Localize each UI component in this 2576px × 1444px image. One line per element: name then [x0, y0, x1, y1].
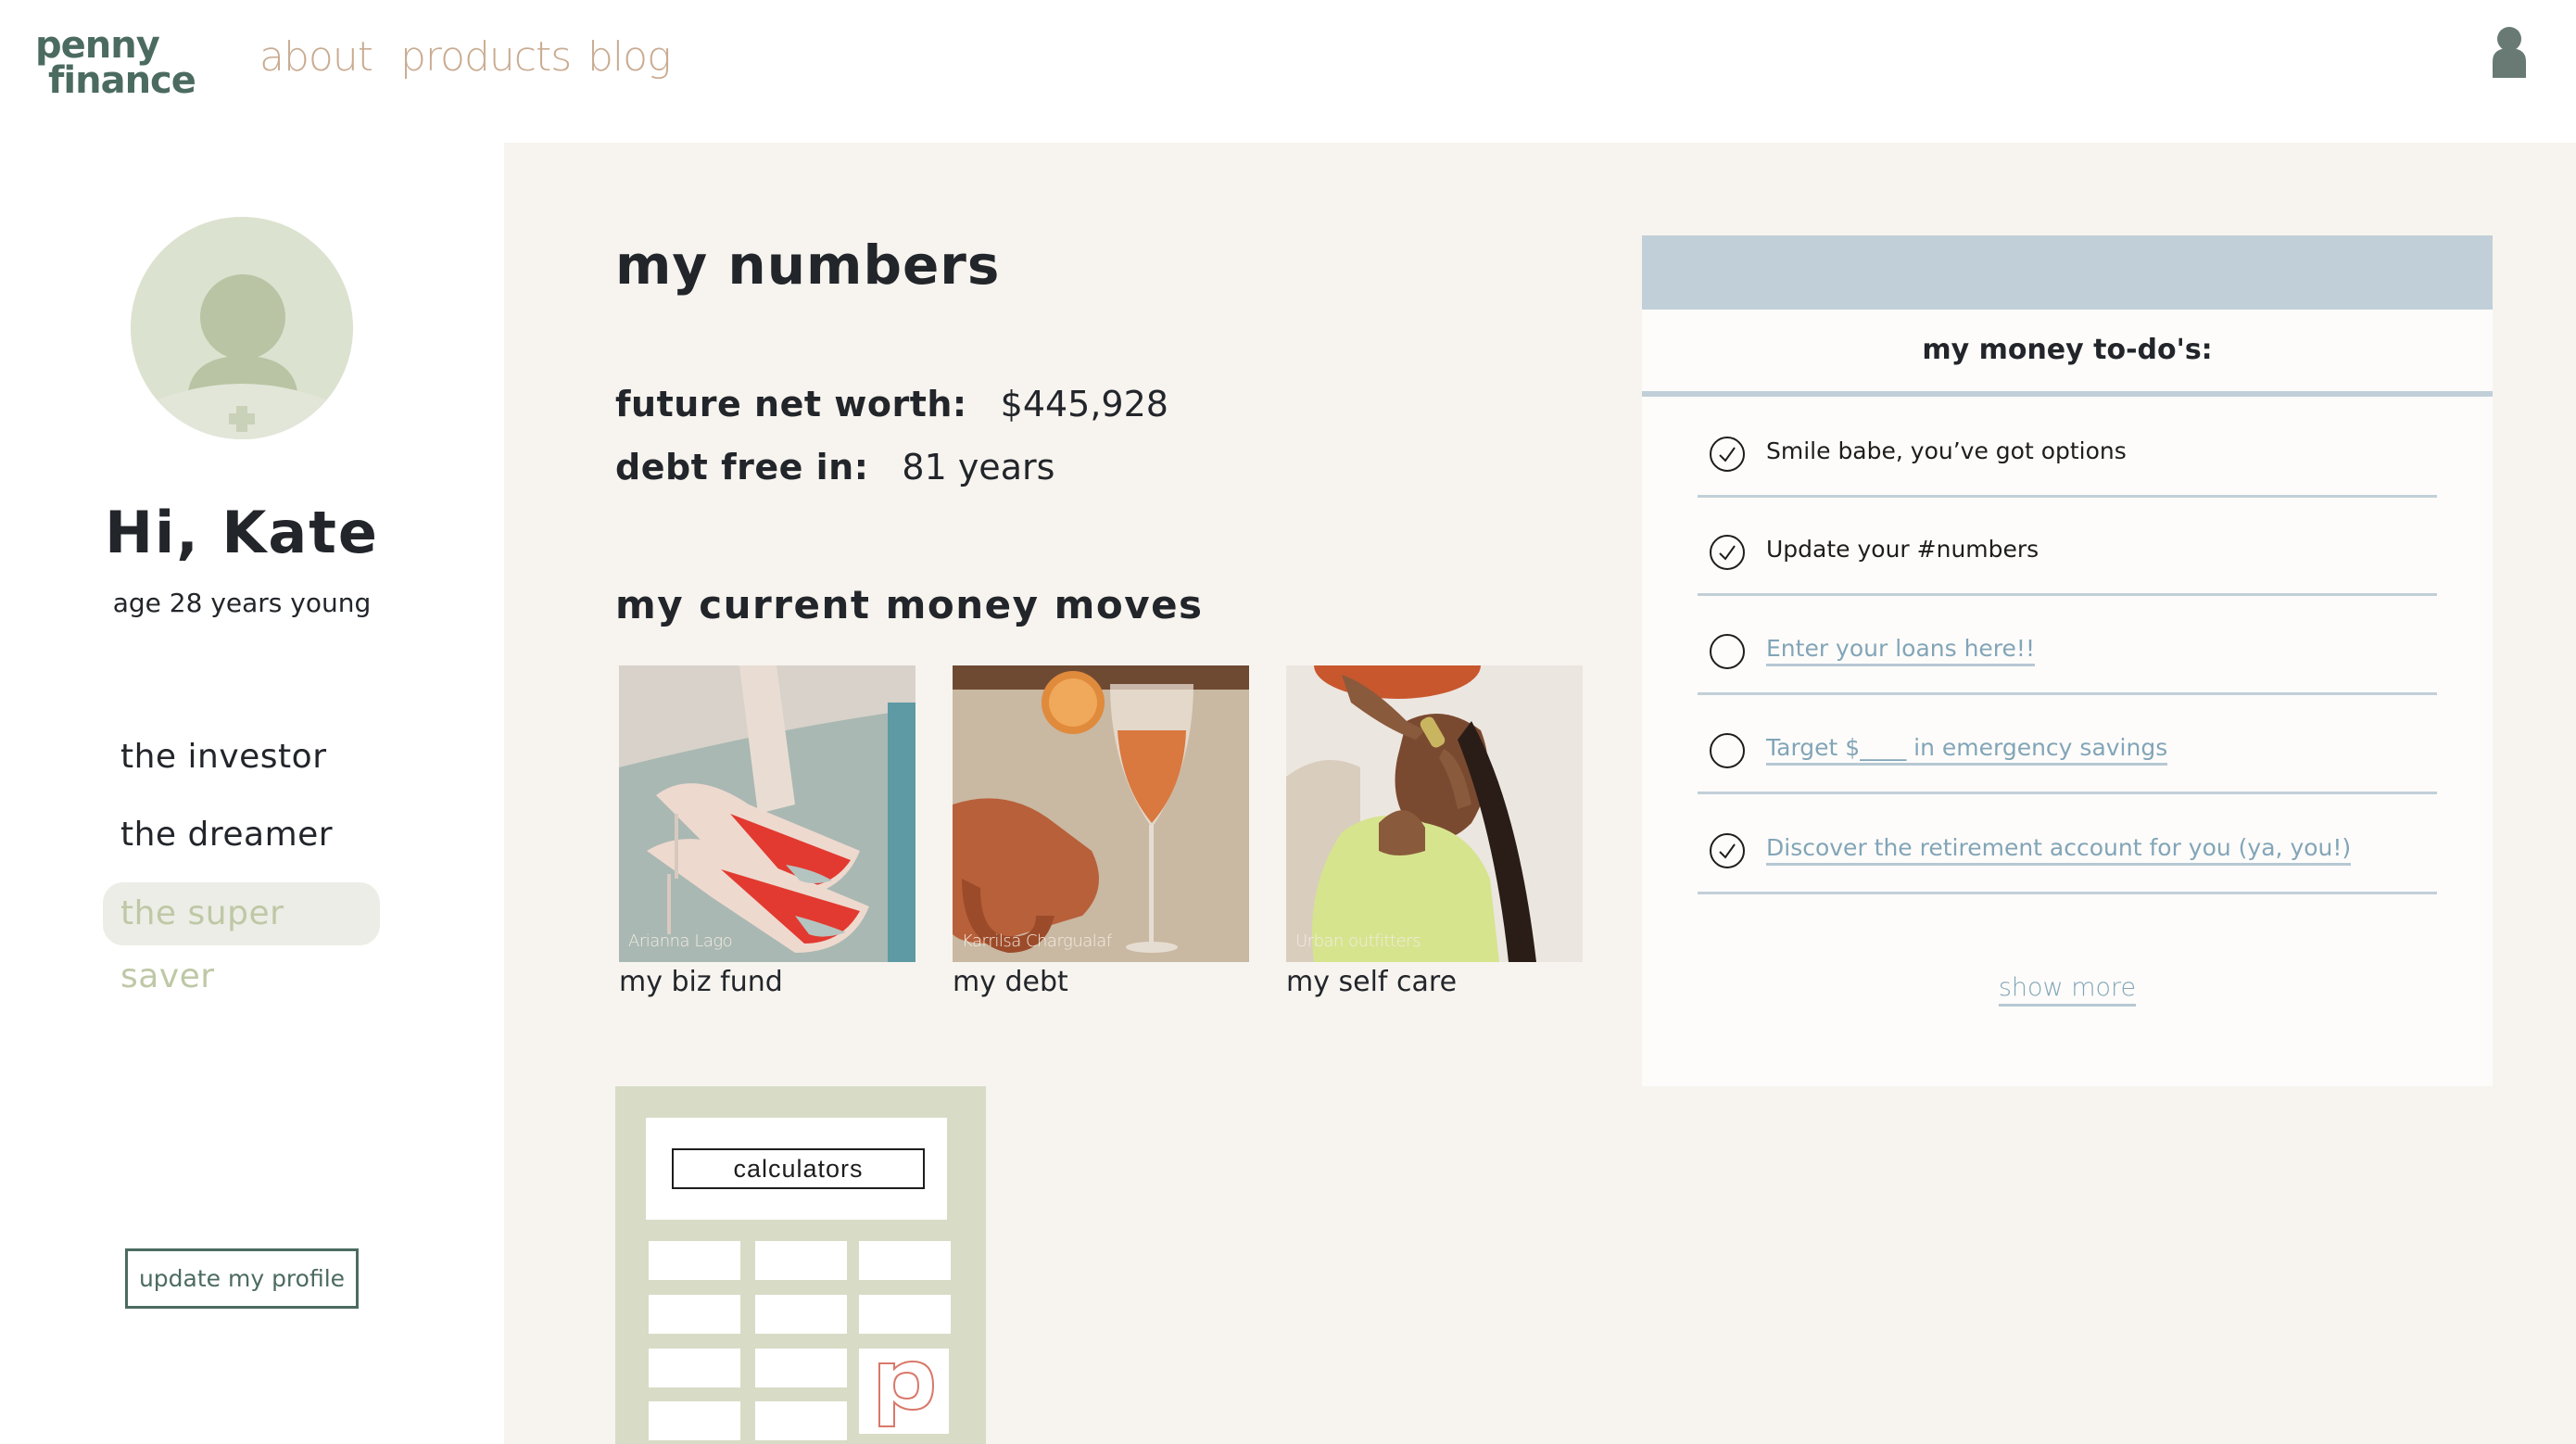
money-move-caption: my self care [1286, 966, 1458, 998]
logo-line-2: finance [48, 59, 196, 102]
stat-future-net-worth: future net worth: $445,928 [615, 384, 1168, 424]
calculator-key [649, 1295, 740, 1334]
top-header: penny finance about products blog [0, 0, 2576, 143]
checked-circle-icon[interactable] [1709, 534, 1746, 571]
calculator-key [649, 1349, 740, 1387]
money-moves-heading: my current money moves [615, 582, 1204, 627]
add-photo-avatar-icon [131, 217, 353, 439]
my-numbers-heading: my numbers [615, 234, 1001, 297]
nav-about[interactable]: about [259, 33, 373, 81]
persona-the-super-saver[interactable]: the super saver [103, 882, 380, 995]
calculator-key [755, 1349, 847, 1387]
calculator-key [755, 1295, 847, 1334]
stat-label: debt free in: [615, 447, 869, 488]
calculators-button[interactable]: calculators [672, 1148, 925, 1189]
todo-text: Update your #numbers [1766, 536, 2039, 563]
user-icon[interactable] [2491, 26, 2528, 78]
empty-circle-icon[interactable] [1709, 732, 1746, 769]
money-move-caption: my debt [953, 966, 1068, 998]
persona-the-investor[interactable]: the investor [120, 738, 327, 776]
todo-text: Smile babe, you’ve got options [1766, 437, 2127, 464]
photo-credit: Karrilsa Chargualaf [962, 931, 1112, 951]
stat-debt-free-in: debt free in: 81 years [615, 447, 1054, 488]
age-text: age 28 years young [112, 588, 372, 618]
todo-header-bar [1642, 235, 2493, 310]
empty-circle-icon[interactable] [1709, 633, 1746, 670]
calculator-key [649, 1401, 740, 1440]
face-roller-self-care-photo: Urban outfitters [1286, 665, 1583, 962]
todo-item[interactable]: Discover the retirement account for you … [1698, 795, 2437, 894]
cocktail-and-handbag-photo: Karrilsa Chargualaf [953, 665, 1249, 962]
todo-link-retirement-account[interactable]: Discover the retirement account for you … [1766, 834, 2352, 866]
avatar[interactable] [131, 217, 353, 439]
calculator-screen: calculators [646, 1118, 947, 1220]
money-move-card-self-care[interactable]: Urban outfitters my self care [1286, 665, 1583, 998]
stat-value: $445,928 [1000, 384, 1168, 424]
show-more-link[interactable]: show more [1998, 973, 2137, 1007]
todo-title: my money to-do's: [1922, 334, 2213, 366]
stat-value: 81 years [902, 447, 1055, 488]
checked-circle-icon[interactable] [1709, 832, 1746, 869]
todo-divider [1642, 391, 2493, 397]
photo-credit: Urban outfitters [1295, 931, 1421, 951]
todo-item[interactable]: Smile babe, you’ve got options [1698, 399, 2437, 498]
todo-item[interactable]: Update your #numbers [1698, 497, 2437, 596]
penny-finance-logo[interactable]: penny finance [35, 24, 196, 102]
money-move-caption: my biz fund [619, 966, 783, 998]
greeting-heading: Hi, Kate [105, 499, 379, 566]
calculators-widget[interactable]: calculators [615, 1086, 986, 1444]
penny-p-logo-icon [878, 1360, 935, 1427]
calculator-key [859, 1241, 951, 1280]
calculator-key [859, 1349, 949, 1434]
calculator-key [859, 1295, 951, 1334]
todo-item[interactable]: Target $____ in emergency savings [1698, 695, 2437, 794]
todo-item[interactable]: Enter your loans here!! [1698, 596, 2437, 695]
calculator-key [755, 1241, 847, 1280]
todo-link-enter-loans[interactable]: Enter your loans here!! [1766, 635, 2035, 666]
logo-line-1: penny [35, 24, 160, 67]
show-more-container: show more [1642, 973, 2493, 1007]
stat-label: future net worth: [615, 384, 967, 424]
nav-products[interactable]: products [400, 33, 572, 81]
calculator-key [755, 1401, 847, 1440]
money-move-card-debt[interactable]: Karrilsa Chargualaf my debt [953, 665, 1249, 998]
photo-credit: Arianna Lago [628, 931, 733, 951]
update-profile-button[interactable]: update my profile [125, 1248, 359, 1309]
checked-circle-icon[interactable] [1709, 436, 1746, 473]
persona-the-dreamer[interactable]: the dreamer [120, 816, 333, 854]
calculator-key [649, 1241, 740, 1280]
money-todo-panel: my money to-do's: Smile babe, you’ve got… [1642, 235, 2493, 1086]
nav-blog[interactable]: blog [587, 33, 671, 81]
todo-link-emergency-savings[interactable]: Target $____ in emergency savings [1766, 734, 2168, 766]
money-move-card-biz-fund[interactable]: Arianna Lago my biz fund [619, 665, 915, 998]
red-sole-heels-photo: Arianna Lago [619, 665, 915, 962]
